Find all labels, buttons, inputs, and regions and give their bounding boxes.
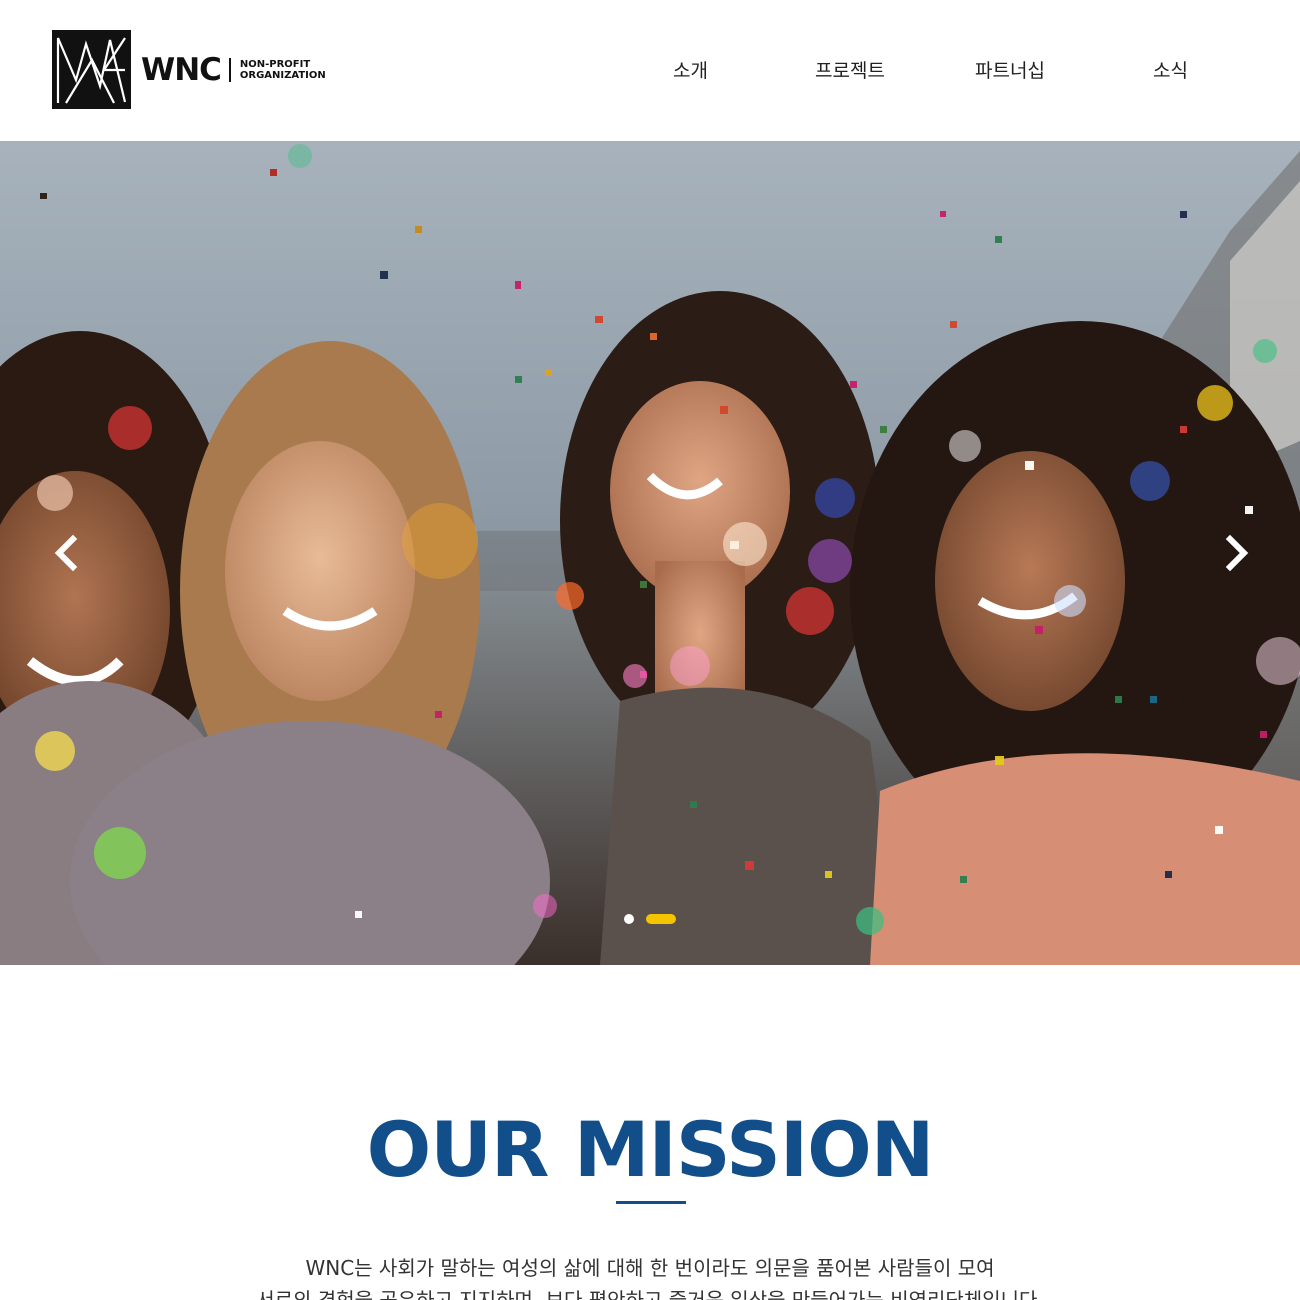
- slider-pagination: [624, 914, 688, 924]
- slider-prev-button[interactable]: [47, 533, 87, 573]
- mission-title: OUR MISSION: [366, 1105, 935, 1194]
- slider-next-button[interactable]: [1216, 533, 1256, 573]
- chevron-right-icon: [1225, 534, 1249, 572]
- slider-dot-2-active[interactable]: [646, 914, 676, 924]
- nav-item-partnership[interactable]: 파트너십: [975, 56, 1045, 83]
- hero-photo: [0, 141, 1300, 965]
- nav-item-about[interactable]: 소개: [673, 56, 708, 83]
- mission-description: WNC는 사회가 말하는 여성의 삶에 대해 한 번이라도 의문을 품어본 사람…: [0, 1252, 1300, 1300]
- main-nav: 소개 프로젝트 파트너십 소식: [0, 56, 1300, 86]
- mission-text-line1: WNC는 사회가 말하는 여성의 삶에 대해 한 번이라도 의문을 품어본 사람…: [305, 1256, 995, 1280]
- mission-text-line2: 서로의 경험을 공유하고 지지하며, 보다 평안하고 즐거운 일상을 만들어가는…: [256, 1288, 1044, 1300]
- nav-item-projects[interactable]: 프로젝트: [815, 56, 885, 83]
- chevron-left-icon: [54, 534, 78, 572]
- hero-slider: [0, 141, 1300, 965]
- site-header: WNC NON-PROFIT ORGANIZATION 소개 프로젝트 파트너십…: [0, 0, 1300, 140]
- slider-dot-1[interactable]: [624, 914, 634, 924]
- nav-item-news[interactable]: 소식: [1153, 56, 1188, 83]
- mission-title-underline: [616, 1201, 686, 1204]
